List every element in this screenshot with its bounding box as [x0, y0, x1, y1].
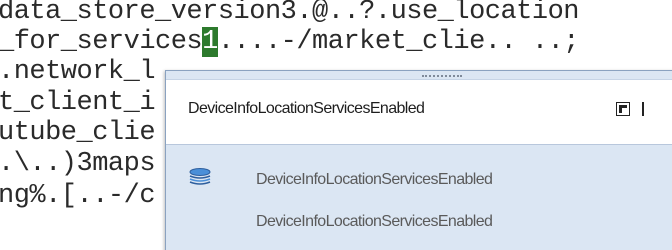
editor-viewport: data_store_version3.@..?.use_location _f… — [0, 0, 672, 250]
next-icon[interactable] — [642, 102, 654, 116]
text-line: utube_clie — [0, 118, 156, 148]
suggestion-label: DeviceInfoLocationServicesEnabled — [256, 213, 493, 230]
suggestion-item[interactable]: DeviceInfoLocationServicesEnabled — [166, 205, 672, 241]
text-line: .\..)3maps — [0, 149, 156, 179]
text-line: ng%.[..-/c — [0, 181, 156, 211]
autocomplete-popup: DeviceInfoLocationServicesEnabled Device… — [165, 70, 672, 250]
suggestion-label: DeviceInfoLocationServicesEnabled — [256, 171, 493, 188]
text-line: .network_l — [0, 57, 156, 87]
text-line: _for_services1....-/market_clie.. ..; — [0, 26, 580, 58]
stacked-layers-icon — [188, 168, 212, 186]
popup-title: DeviceInfoLocationServicesEnabled — [188, 100, 425, 117]
text-line: t_client_i — [0, 88, 156, 118]
text-line: data_store_version3.@..?.use_location — [0, 0, 580, 27]
suggestion-item[interactable]: DeviceInfoLocationServicesEnabled — [166, 163, 672, 199]
text-segment: ....-/market_clie.. ..; — [217, 27, 580, 57]
text-segment: _for_services — [0, 27, 203, 57]
cursor-highlight: 1 — [202, 27, 218, 57]
popup-header: DeviceInfoLocationServicesEnabled — [166, 79, 672, 145]
pin-icon[interactable] — [616, 102, 630, 116]
